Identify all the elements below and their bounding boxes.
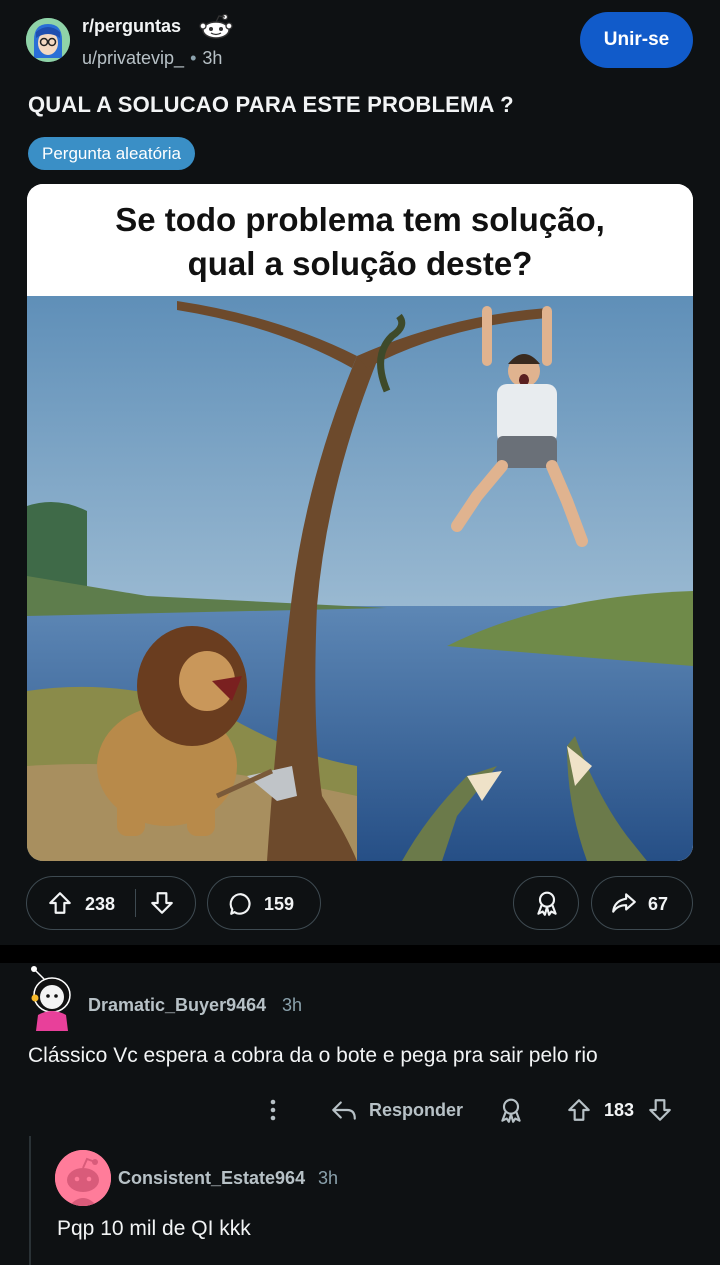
downvote-icon[interactable] [149,890,175,916]
vote-separator [135,889,136,917]
post-card: r/perguntas u/privatevip_ • 3h Unir-se QUA… [0,0,720,945]
post-title[interactable]: QUAL A SOLUCAO PARA ESTE PROBLEMA ? [28,92,514,118]
award-button[interactable] [513,876,579,930]
image-caption-line-1: Se todo problema tem solução, [115,201,605,238]
downvote-icon[interactable] [647,1097,673,1123]
comment-count: 159 [264,894,295,914]
comment-score: 183 [604,1100,635,1120]
comment-avatar[interactable] [24,965,80,1031]
reply-icon[interactable] [330,1097,358,1123]
join-button[interactable]: Unir-se [580,12,693,68]
upvote-icon[interactable] [566,1097,592,1123]
snoo-icon [199,14,233,39]
share-icon [612,893,636,913]
comment-actions: Responder 183 [0,1091,720,1131]
comment-thread: Dramatic_Buyer9464 3h Clássico Vc espera… [0,963,720,1265]
post-flair[interactable]: Pergunta aleatória [28,137,195,170]
upvote-icon[interactable] [47,890,73,916]
post-image[interactable]: Se todo problema tem solução, qual a sol… [27,184,693,861]
section-divider [0,945,720,963]
upvote-count: 238 [85,894,116,914]
subreddit-name[interactable]: r/perguntas [82,16,181,37]
riddle-illustration [27,296,693,861]
comments-button[interactable]: 159 [207,876,321,930]
reply-body: Pqp 10 mil de QI kkk [57,1217,251,1240]
reply-author[interactable]: Consistent_Estate964 [118,1168,305,1189]
comment-author[interactable]: Dramatic_Buyer9464 [88,995,266,1016]
post-time: 3h [202,48,223,68]
award-icon[interactable] [498,1097,524,1125]
post-meta: u/privatevip_ • 3h [82,48,222,69]
reply-button[interactable]: Responder [369,1100,463,1121]
image-caption: Se todo problema tem solução, qual a sol… [27,184,693,296]
comment-icon [229,893,251,915]
reply-time: 3h [318,1168,339,1188]
thread-line[interactable] [29,1136,31,1265]
post-actions: 238 159 67 [26,876,696,932]
comment-body: Clássico Vc espera a cobra da o bote e p… [28,1044,598,1067]
post-author[interactable]: u/privatevip_ [82,48,184,68]
meta-separator: • [190,48,197,68]
vote-pill: 238 [26,876,196,930]
more-icon[interactable] [262,1095,284,1125]
image-caption-line-2: qual a solução deste? [187,245,533,282]
subreddit-avatar[interactable] [26,18,70,62]
share-button[interactable]: 67 [591,876,693,930]
award-icon [537,891,557,916]
reply-avatar[interactable] [55,1150,111,1206]
share-count: 67 [648,894,669,914]
comment-time: 3h [282,995,303,1015]
